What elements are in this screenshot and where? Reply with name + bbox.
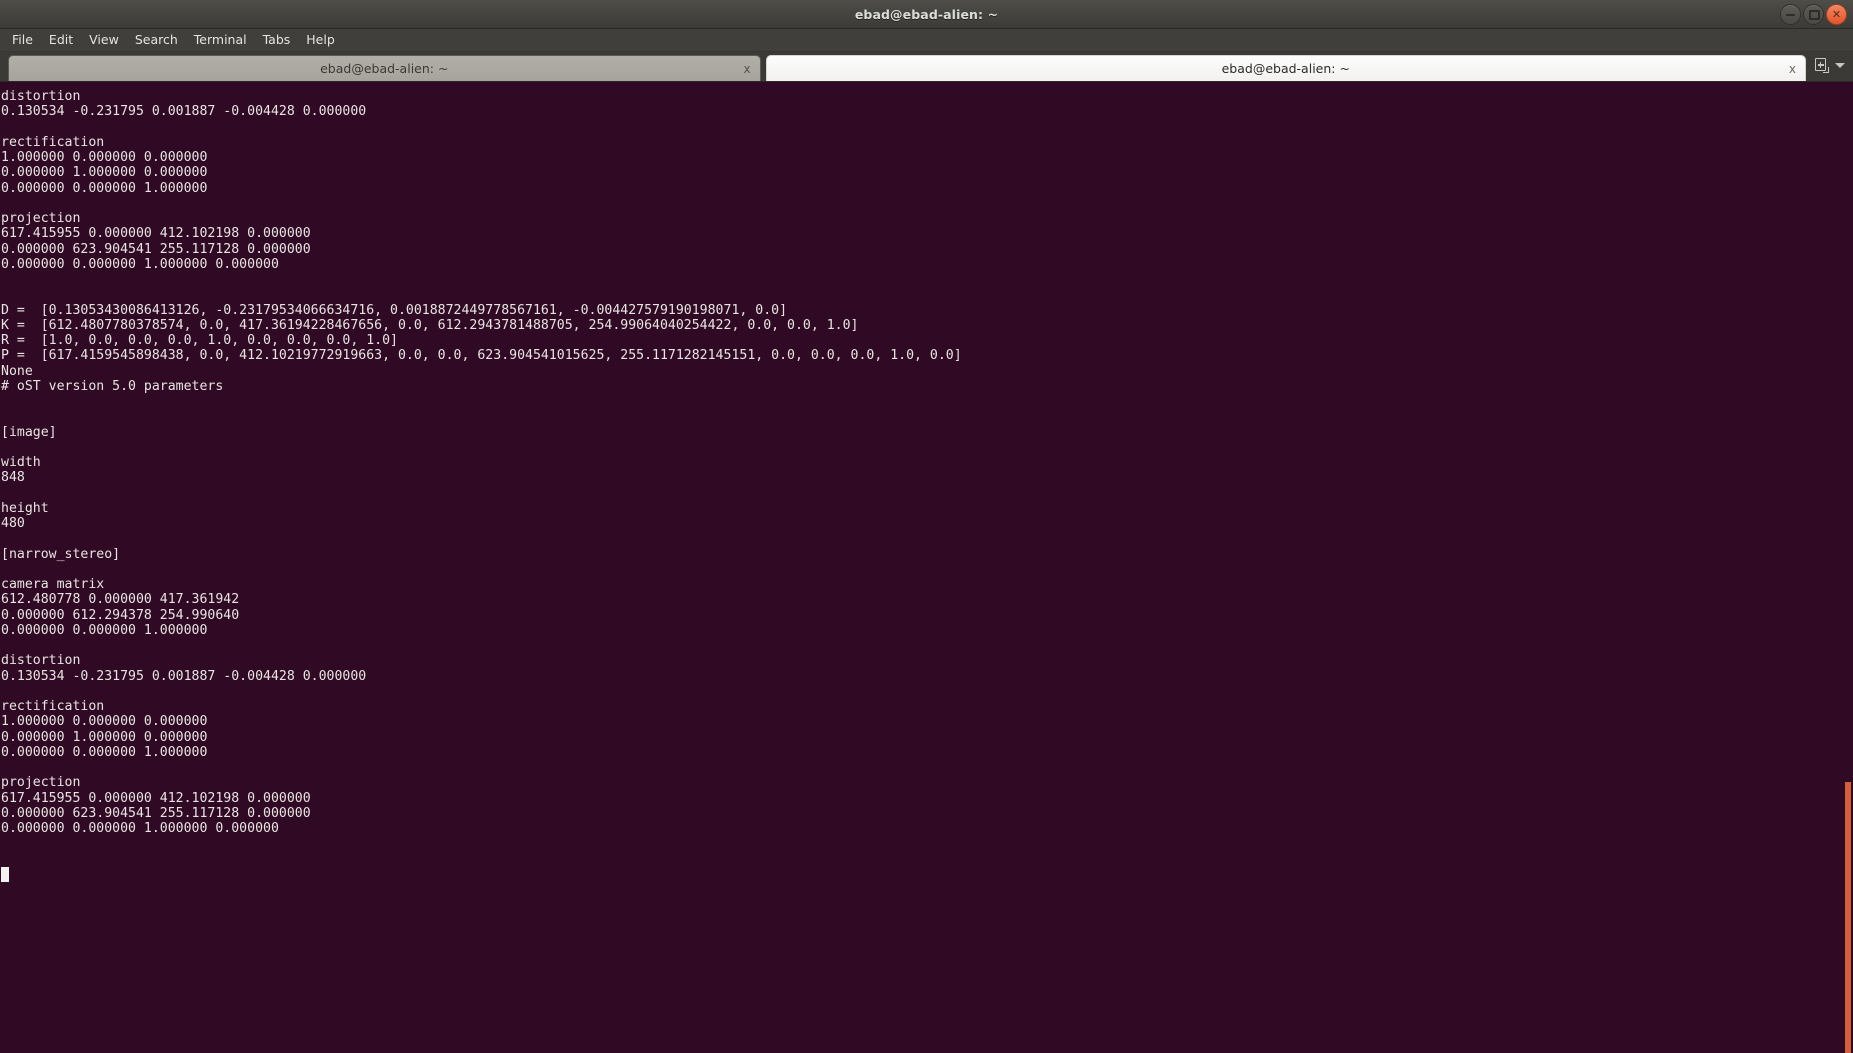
tab-1[interactable]: ebad@ebad-alien: ~ x <box>8 55 761 81</box>
maximize-button[interactable] <box>1803 3 1824 25</box>
minimize-icon <box>1786 13 1795 16</box>
terminal-scrollbar-track[interactable] <box>1844 82 1853 1053</box>
menu-view[interactable]: View <box>81 32 127 49</box>
new-tab-icon[interactable] <box>1814 57 1829 73</box>
tab-1-label: ebad@ebad-alien: ~ <box>320 61 449 76</box>
chevron-down-icon[interactable] <box>1835 62 1845 68</box>
tab-2-label: ebad@ebad-alien: ~ <box>1221 61 1350 76</box>
title-bar: ebad@ebad-alien: ~ ✕ <box>0 0 1853 29</box>
menu-bar: File Edit View Search Terminal Tabs Help <box>0 29 1853 52</box>
window-title: ebad@ebad-alien: ~ <box>854 6 999 22</box>
menu-edit[interactable]: Edit <box>41 32 81 49</box>
terminal-output-area[interactable]: distortion 0.130534 -0.231795 0.001887 -… <box>0 82 1853 1053</box>
tab-bar-actions <box>1806 52 1853 81</box>
terminal-scrollbar-thumb[interactable] <box>1845 782 1851 1053</box>
tab-2[interactable]: ebad@ebad-alien: ~ x <box>765 55 1806 81</box>
minimize-button[interactable] <box>1780 3 1801 25</box>
tab-bar: ebad@ebad-alien: ~ x ebad@ebad-alien: ~ … <box>0 52 1853 82</box>
terminal-cursor <box>1 867 9 882</box>
window-controls: ✕ <box>1780 0 1847 28</box>
tab-2-close-icon[interactable]: x <box>1789 63 1796 75</box>
tab-1-close-icon[interactable]: x <box>743 63 750 75</box>
menu-search[interactable]: Search <box>127 32 186 49</box>
menu-file[interactable]: File <box>4 32 41 49</box>
close-icon: ✕ <box>1831 7 1842 21</box>
close-button[interactable]: ✕ <box>1826 3 1847 25</box>
menu-help[interactable]: Help <box>298 32 343 49</box>
menu-terminal[interactable]: Terminal <box>186 32 255 49</box>
menu-tabs[interactable]: Tabs <box>255 32 299 49</box>
terminal-text: distortion 0.130534 -0.231795 0.001887 -… <box>1 89 962 836</box>
maximize-icon <box>1809 9 1820 20</box>
terminal-window: ebad@ebad-alien: ~ ✕ File Edit View Sear… <box>0 0 1853 1053</box>
